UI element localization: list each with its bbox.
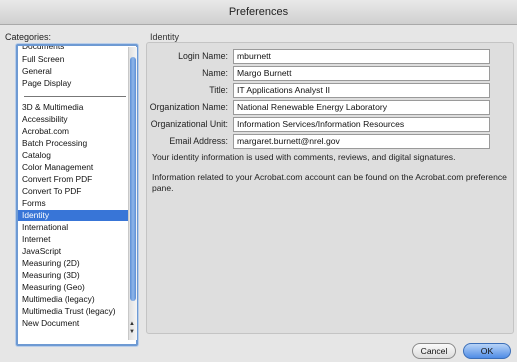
category-item-convert-from-pdf[interactable]: Convert From PDF <box>18 174 134 185</box>
cancel-button[interactable]: Cancel <box>412 343 456 359</box>
scrollbar-thumb[interactable] <box>130 57 136 301</box>
category-item-identity[interactable]: Identity <box>18 210 134 222</box>
ok-button[interactable]: OK <box>463 343 511 359</box>
category-item-documents[interactable]: Documents <box>18 46 134 52</box>
categories-scrollbar[interactable] <box>128 47 137 340</box>
scroll-down-arrow-icon[interactable]: ▼ <box>129 329 135 335</box>
category-item-accessibility[interactable]: Accessibility <box>18 114 134 125</box>
category-item-page-display[interactable]: Page Display <box>18 78 134 89</box>
login-name-field[interactable] <box>233 49 490 64</box>
category-item-measuring-3d[interactable]: Measuring (3D) <box>18 270 134 281</box>
panel-title: Identity <box>150 32 180 42</box>
category-item-acrobat-com[interactable]: Acrobat.com <box>18 126 134 137</box>
category-item-forms[interactable]: Forms <box>18 198 134 209</box>
category-separator <box>24 96 126 97</box>
title-field[interactable] <box>233 83 490 98</box>
organization-name-field[interactable] <box>233 100 490 115</box>
preferences-window: Preferences Categories: Documents Full S… <box>0 0 517 362</box>
name-field[interactable] <box>233 66 490 81</box>
category-item-new-document[interactable]: New Document <box>18 318 134 329</box>
identity-info-note: Your identity information is used with c… <box>152 152 456 162</box>
category-item-multimedia-trust-legacy[interactable]: Multimedia Trust (legacy) <box>18 306 134 317</box>
category-item-batch-processing[interactable]: Batch Processing <box>18 138 134 149</box>
organizational-unit-field[interactable] <box>233 117 490 132</box>
scroll-up-arrow-icon[interactable]: ▲ <box>129 321 135 327</box>
organizational-unit-label: Organizational Unit: <box>150 119 228 129</box>
category-item-3d-multimedia[interactable]: 3D & Multimedia <box>18 102 134 113</box>
category-item-measuring-2d[interactable]: Measuring (2D) <box>18 258 134 269</box>
category-item-full-screen[interactable]: Full Screen <box>18 54 134 65</box>
category-item-general[interactable]: General <box>18 66 134 77</box>
name-label: Name: <box>202 68 228 78</box>
window-title: Preferences <box>0 0 517 25</box>
acrobat-com-note: Information related to your Acrobat.com … <box>152 172 507 193</box>
category-item-javascript[interactable]: JavaScript <box>18 246 134 257</box>
title-label: Title: <box>209 85 228 95</box>
email-address-field[interactable] <box>233 134 490 149</box>
category-item-color-management[interactable]: Color Management <box>18 162 134 173</box>
category-item-multimedia-legacy[interactable]: Multimedia (legacy) <box>18 294 134 305</box>
category-item-convert-to-pdf[interactable]: Convert To PDF <box>18 186 134 197</box>
category-item-measuring-geo[interactable]: Measuring (Geo) <box>18 282 134 293</box>
categories-label: Categories: <box>5 32 52 42</box>
organization-name-label: Organization Name: <box>149 102 228 112</box>
category-item-international[interactable]: International <box>18 222 134 233</box>
category-item-catalog[interactable]: Catalog <box>18 150 134 161</box>
categories-list[interactable]: Documents Full Screen General Page Displ… <box>16 44 138 346</box>
category-item-internet[interactable]: Internet <box>18 234 134 245</box>
login-name-label: Login Name: <box>178 51 228 61</box>
email-address-label: Email Address: <box>169 136 228 146</box>
